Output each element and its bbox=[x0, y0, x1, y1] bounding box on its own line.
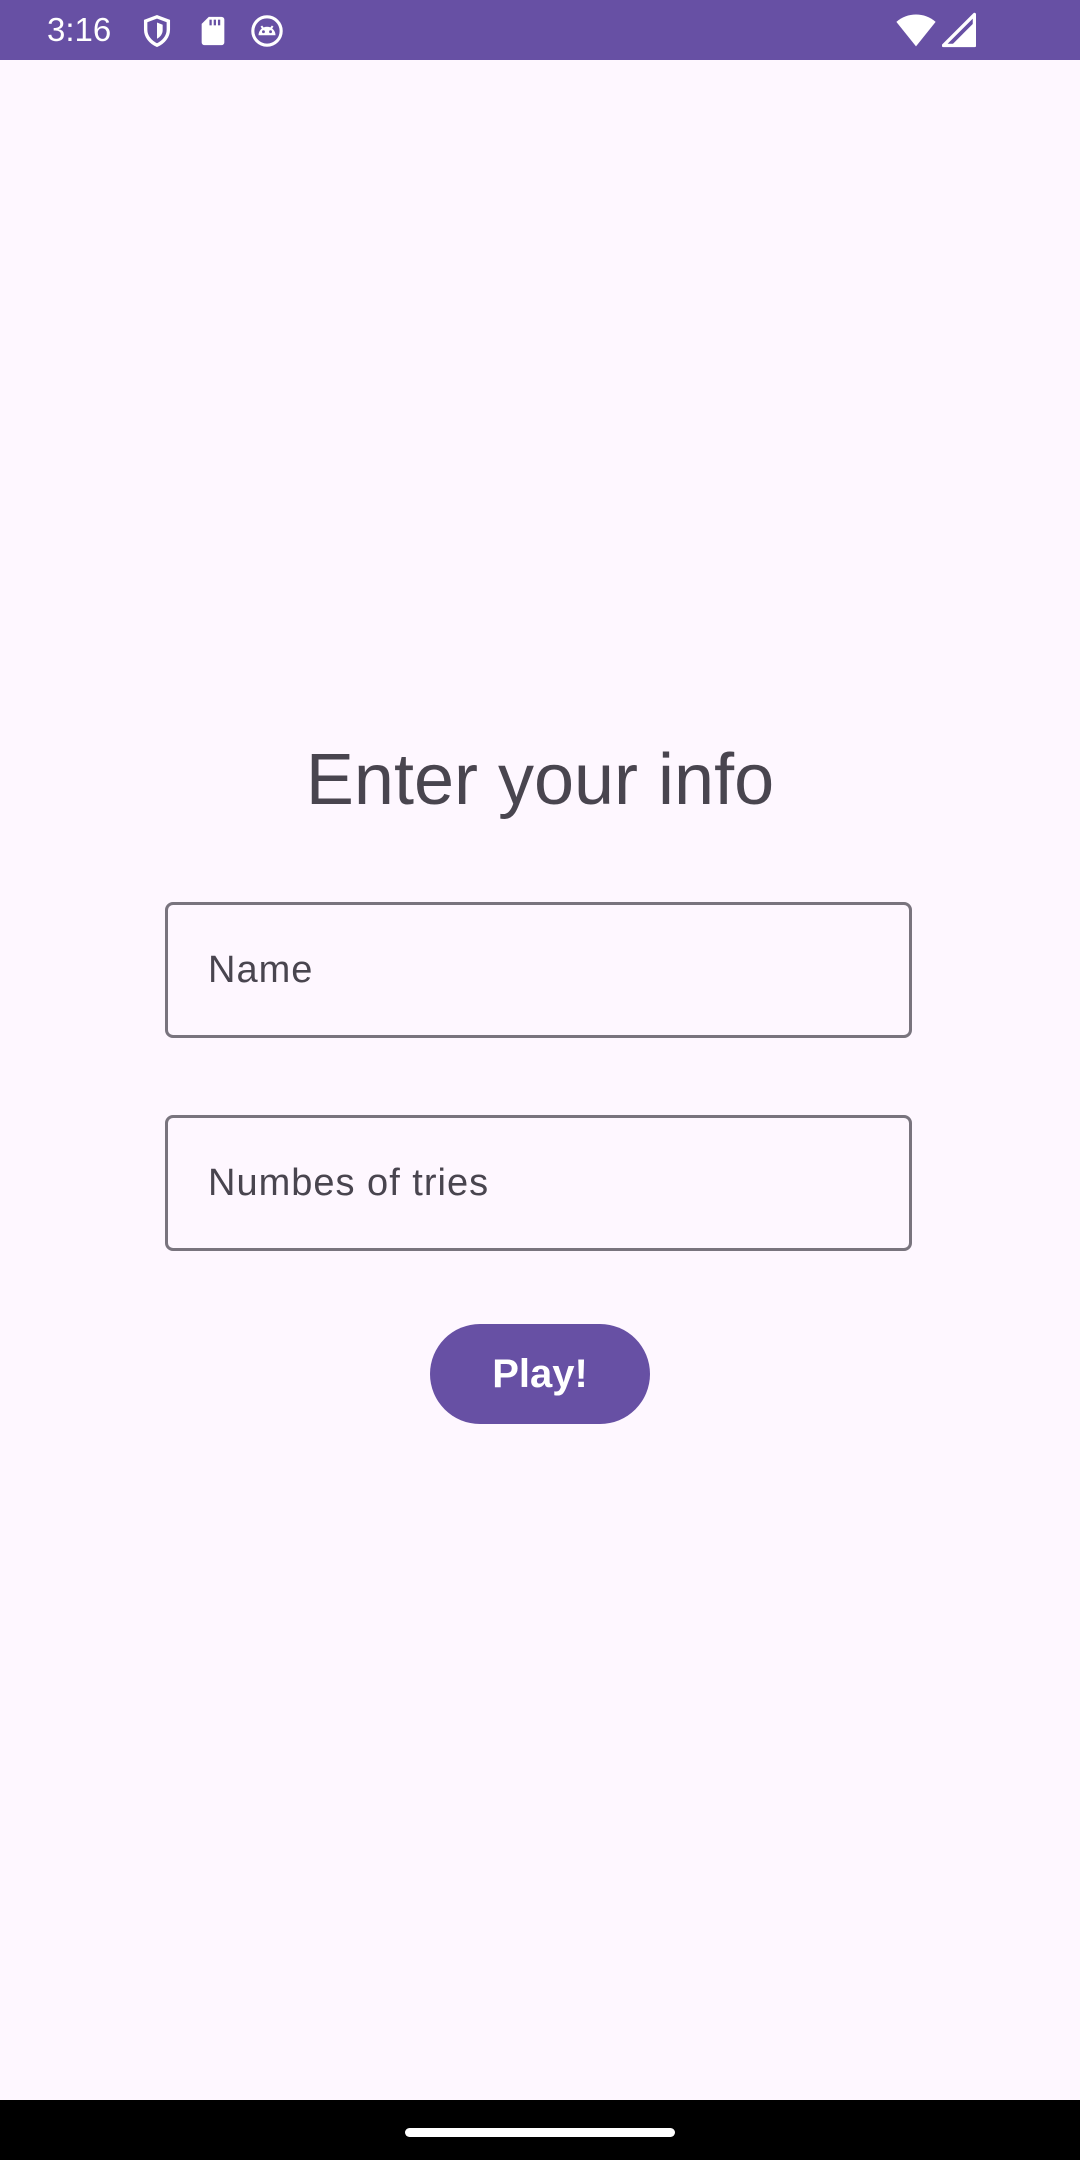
tries-placeholder: Numbes of tries bbox=[208, 1162, 490, 1204]
name-placeholder: Name bbox=[208, 949, 314, 991]
status-bar: 3:16 bbox=[0, 0, 1080, 60]
play-button[interactable]: Play! bbox=[430, 1324, 650, 1424]
main-content: Enter your info Name Numbes of tries Pla… bbox=[0, 60, 1080, 2100]
tries-field[interactable]: Numbes of tries bbox=[165, 1115, 912, 1251]
name-field[interactable]: Name bbox=[165, 902, 912, 1038]
page-title: Enter your info bbox=[305, 740, 775, 820]
shield-icon bbox=[143, 15, 171, 48]
status-time: 3:16 bbox=[47, 11, 112, 48]
wifi-icon bbox=[896, 14, 936, 47]
home-handle[interactable] bbox=[405, 2128, 675, 2137]
android-face-icon bbox=[251, 15, 283, 47]
sd-card-icon bbox=[201, 16, 225, 46]
cell-signal-icon bbox=[942, 12, 976, 48]
navigation-bar bbox=[0, 2100, 1080, 2160]
